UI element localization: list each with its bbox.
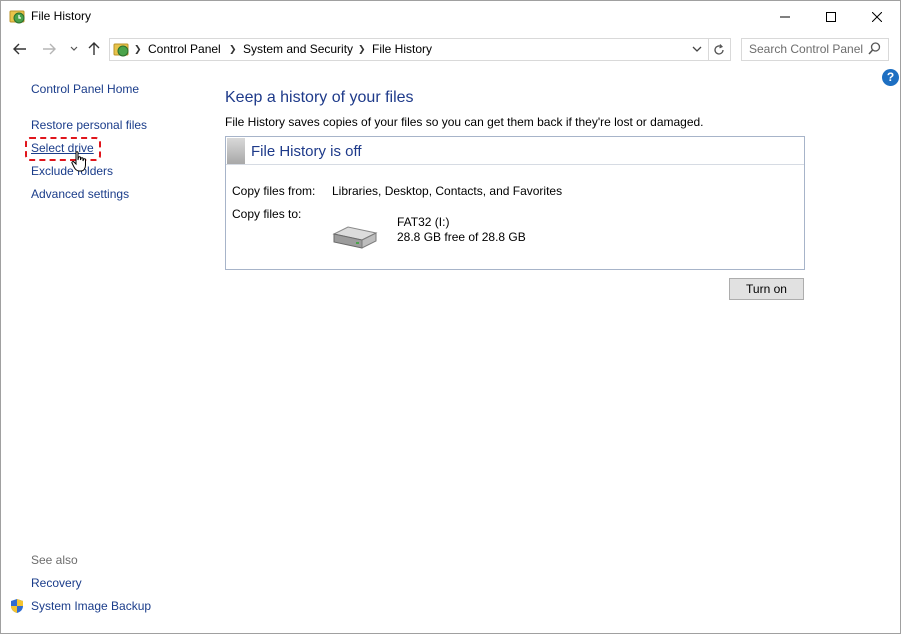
maximize-button[interactable] xyxy=(808,1,854,32)
status-title: File History is off xyxy=(251,143,362,160)
status-indicator xyxy=(227,138,245,164)
copy-to-label: Copy files to: xyxy=(232,207,302,221)
up-button[interactable] xyxy=(85,40,103,58)
control-panel-home-link[interactable]: Control Panel Home xyxy=(31,82,139,96)
copy-from-value: Libraries, Desktop, Contacts, and Favori… xyxy=(332,184,563,198)
address-bar[interactable]: ❯ Control Panel ❯ System and Security ❯ … xyxy=(109,38,709,61)
recovery-link[interactable]: Recovery xyxy=(31,576,82,590)
hand-cursor-icon xyxy=(71,151,89,176)
breadcrumb-system-and-security[interactable]: System and Security xyxy=(243,42,353,56)
search-box[interactable]: Search Control Panel xyxy=(741,38,889,61)
forward-button[interactable] xyxy=(40,40,58,58)
advanced-settings-link[interactable]: Advanced settings xyxy=(31,187,129,201)
drive-free-space: 28.8 GB free of 28.8 GB xyxy=(397,230,526,244)
title-bar[interactable]: File History xyxy=(1,1,900,32)
uac-shield-icon xyxy=(9,598,25,617)
page-description: File History saves copies of your files … xyxy=(225,115,704,129)
see-also-heading: See also xyxy=(31,553,78,567)
refresh-icon xyxy=(714,43,724,55)
breadcrumb-separator-icon: ❯ xyxy=(134,44,142,54)
page-title: Keep a history of your files xyxy=(225,89,414,106)
chevron-down-icon xyxy=(692,46,702,52)
file-history-app-icon xyxy=(9,8,25,24)
window-title: File History xyxy=(31,9,92,23)
minimize-button[interactable] xyxy=(762,1,808,32)
breadcrumb-separator-icon: ❯ xyxy=(358,44,366,54)
back-button[interactable] xyxy=(11,40,29,58)
close-icon xyxy=(872,11,882,22)
turn-on-button[interactable]: Turn on xyxy=(729,278,804,300)
address-history-dropdown[interactable] xyxy=(692,42,702,59)
help-button[interactable]: ? xyxy=(882,69,899,86)
drive-icon xyxy=(332,224,378,253)
copy-from-label: Copy files from: xyxy=(232,184,316,198)
drive-name: FAT32 (I:) xyxy=(397,215,450,229)
navigation-bar: ❯ Control Panel ❯ System and Security ❯ … xyxy=(1,34,900,64)
arrow-up-icon xyxy=(88,42,100,55)
search-icon xyxy=(868,42,881,58)
minimize-icon xyxy=(780,16,790,17)
maximize-icon xyxy=(826,11,836,22)
refresh-button[interactable] xyxy=(708,38,731,61)
breadcrumb-separator-icon: ❯ xyxy=(229,44,237,54)
chevron-down-icon xyxy=(70,46,78,51)
select-drive-highlight xyxy=(25,137,101,161)
arrow-right-icon xyxy=(43,43,56,55)
status-header: File History is off xyxy=(226,137,804,165)
breadcrumb-control-panel[interactable]: Control Panel xyxy=(148,42,221,56)
system-image-backup-link[interactable]: System Image Backup xyxy=(31,599,151,613)
arrow-left-icon xyxy=(13,43,26,55)
close-button[interactable] xyxy=(854,1,900,32)
file-history-window: File History ❯ Control Panel ❯ System an… xyxy=(0,0,901,634)
recent-locations-button[interactable] xyxy=(65,40,83,58)
breadcrumb-file-history[interactable]: File History xyxy=(372,42,432,56)
search-input[interactable]: Search Control Panel xyxy=(749,42,863,56)
control-panel-icon xyxy=(113,41,129,57)
restore-personal-files-link[interactable]: Restore personal files xyxy=(31,118,147,132)
file-history-status-panel: File History is off Copy files from: Lib… xyxy=(225,136,805,270)
